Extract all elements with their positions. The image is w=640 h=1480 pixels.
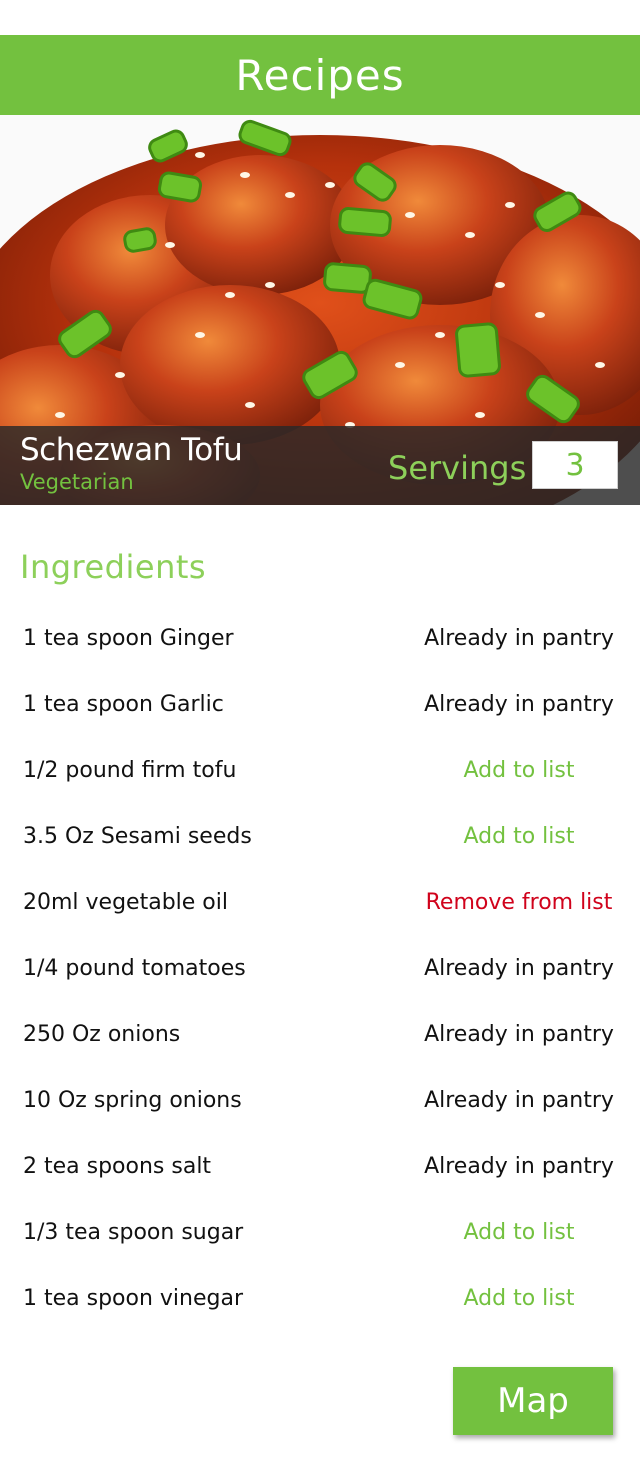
- ingredient-row: 20ml vegetable oil Remove from list: [0, 869, 640, 935]
- ingredient-row: 3.5 Oz Sesami seeds Add to list: [0, 803, 640, 869]
- ingredient-name: 1/4 pound tomatoes: [23, 955, 246, 981]
- pantry-status[interactable]: Already in pantry: [420, 692, 618, 717]
- pantry-status[interactable]: Already in pantry: [420, 1154, 618, 1179]
- ingredient-row: 1/2 pound firm tofu Add to list: [0, 737, 640, 803]
- ingredient-name: 2 tea spoons salt: [23, 1153, 212, 1179]
- pantry-status[interactable]: Already in pantry: [420, 1088, 618, 1113]
- map-button[interactable]: Map: [453, 1367, 613, 1435]
- ingredient-name: 1/2 pound firm tofu: [23, 757, 237, 783]
- recipe-name: Schezwan Tofu: [20, 432, 243, 468]
- servings-label: Servings: [388, 449, 527, 487]
- ingredient-name: 3.5 Oz Sesami seeds: [23, 823, 252, 849]
- ingredient-name: 1 tea spoon Ginger: [23, 625, 234, 651]
- ingredient-name: 10 Oz spring onions: [23, 1087, 242, 1113]
- pantry-status[interactable]: Already in pantry: [420, 1022, 618, 1047]
- ingredient-name: 1 tea spoon Garlic: [23, 691, 224, 717]
- pantry-status[interactable]: Already in pantry: [420, 956, 618, 981]
- ingredient-name: 250 Oz onions: [23, 1021, 181, 1047]
- add-to-list-link[interactable]: Add to list: [420, 1220, 618, 1245]
- add-to-list-link[interactable]: Add to list: [420, 1286, 618, 1311]
- ingredient-name: 1 tea spoon vinegar: [23, 1285, 244, 1311]
- app-header: Recipes: [0, 35, 640, 115]
- ingredient-row: 2 tea spoons salt Already in pantry: [0, 1133, 640, 1199]
- ingredient-row: 1 tea spoon vinegar Add to list: [0, 1265, 640, 1331]
- ingredient-row: 1/4 pound tomatoes Already in pantry: [0, 935, 640, 1001]
- servings-input[interactable]: [532, 441, 618, 489]
- ingredient-row: 1 tea spoon Ginger Already in pantry: [0, 605, 640, 671]
- recipe-category: Vegetarian: [20, 470, 134, 494]
- pantry-status[interactable]: Already in pantry: [420, 626, 618, 651]
- add-to-list-link[interactable]: Add to list: [420, 824, 618, 849]
- ingredient-row: 250 Oz onions Already in pantry: [0, 1001, 640, 1067]
- ingredients-heading: Ingredients: [20, 548, 207, 586]
- ingredient-row: 1 tea spoon Garlic Already in pantry: [0, 671, 640, 737]
- ingredient-name: 1/3 tea spoon sugar: [23, 1219, 244, 1245]
- ingredient-row: 10 Oz spring onions Already in pantry: [0, 1067, 640, 1133]
- ingredient-row: 1/3 tea spoon sugar Add to list: [0, 1199, 640, 1265]
- ingredient-name: 20ml vegetable oil: [23, 889, 228, 915]
- add-to-list-link[interactable]: Add to list: [420, 758, 618, 783]
- status-bar: [0, 0, 640, 35]
- remove-from-list-link[interactable]: Remove from list: [420, 890, 618, 915]
- page-title: Recipes: [235, 50, 405, 100]
